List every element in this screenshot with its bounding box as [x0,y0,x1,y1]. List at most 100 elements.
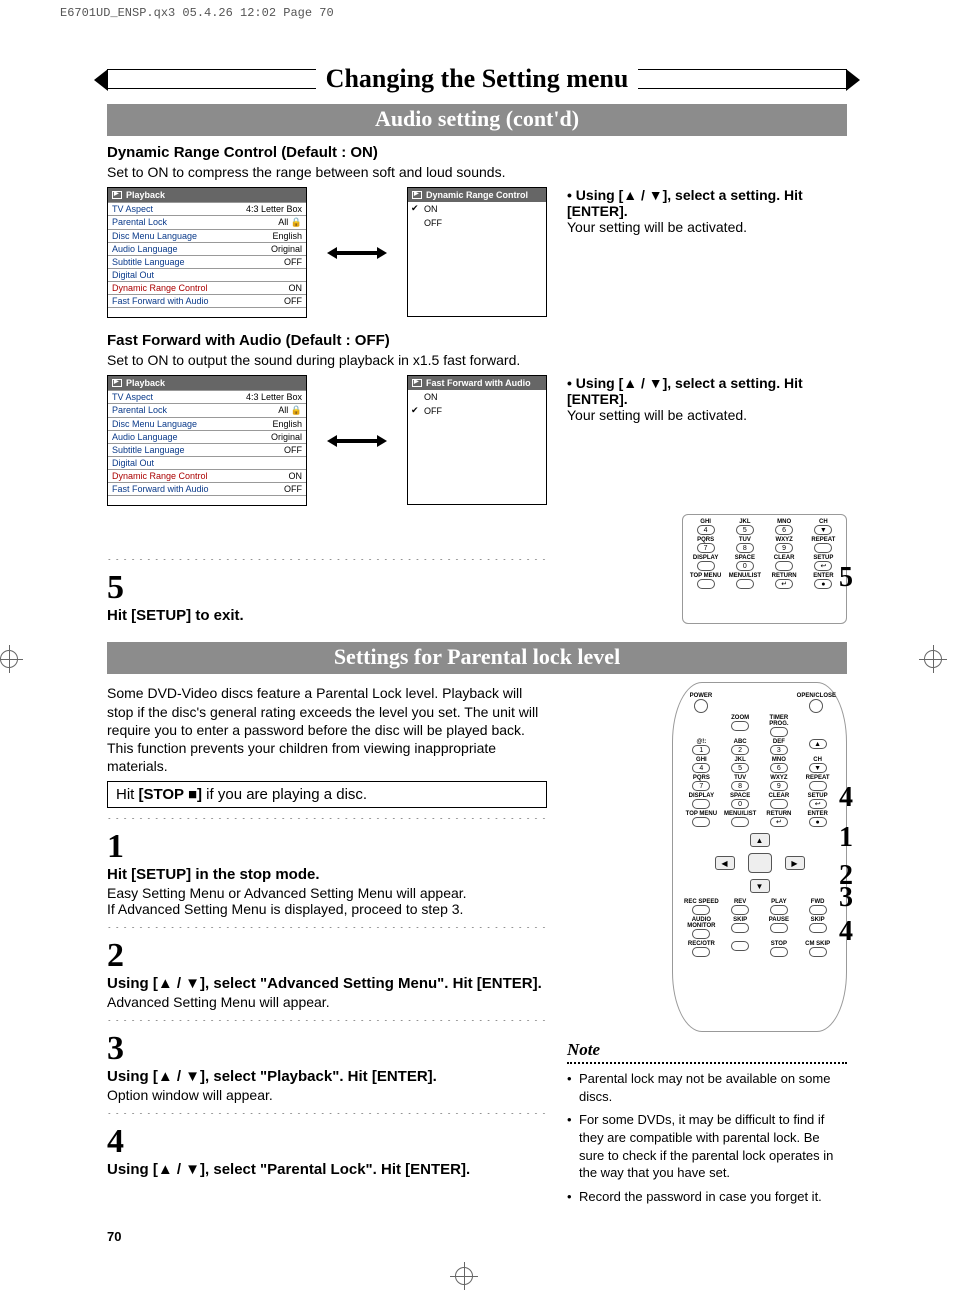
remote-key: DISPLAY [687,555,724,571]
divider-dots [107,1113,547,1125]
registration-mark-right [924,650,954,680]
remote-key: ENTER● [805,573,842,589]
step-head: Using [▲ / ▼], select "Parental Lock". H… [107,1161,547,1178]
page-title-bar: Changing the Setting menu [107,60,847,98]
remote-key: CH▼ [805,519,842,535]
note-item: Record the password in case you forget i… [567,1188,847,1206]
step-head: Hit [SETUP] in the stop mode. [107,866,547,883]
remote-key: STOP [761,941,798,957]
remote-diagram-large: POWEROPEN/CLOSEZOOMTIMER PROG.@!:1ABC2DE… [672,682,847,1032]
remote-dpad: ▲▼◀▶ [715,833,805,893]
stop-instr-bold: [STOP ■] [139,786,203,803]
playback-menu-title-2: Playback [126,378,165,388]
ffa-heading: Fast Forward with Audio (Default : OFF) [107,332,847,349]
remote-key [683,715,720,737]
remote-key: TOP MENU [683,811,720,827]
remote-key: SPACE0 [722,793,759,809]
registration-mark-left [0,650,30,680]
remote-callout: 4 [839,916,853,948]
remote-key: TUV8 [722,775,759,791]
remote-key [799,715,836,737]
divider-dots [107,818,547,830]
remote-key: AUDIO MONITOR [683,917,720,939]
remote-key: GHI4 [683,757,720,773]
note-heading: Note [567,1040,847,1064]
remote-key: ABC2 [722,739,759,755]
remote-key: GHI4 [687,519,724,535]
drc-note-1: Using [▲ / ▼], select a setting. Hit [EN… [567,187,847,219]
remote-key: CLEAR [766,555,803,571]
remote-key: DISPLAY [683,793,720,809]
remote-key [721,693,757,713]
step-body: Advanced Setting Menu will appear. [107,994,547,1010]
file-header: E6701UD_ENSP.qx3 05.4.26 12:02 Page 70 [0,0,954,20]
menu-row: Subtitle LanguageOFF [108,443,306,456]
ffa-side-note: Using [▲ / ▼], select a setting. Hit [EN… [567,375,847,423]
menu-row: Fast Forward with AudioOFF [108,482,306,495]
remote-key: CH▼ [799,757,836,773]
remote-key: JKL5 [726,519,763,535]
menu-row: Digital Out [108,268,306,281]
stop-instr-suffix: if you are playing a disc. [202,786,367,803]
tv-icon [412,191,422,199]
menu-row: Parental LockAll 🔒 [108,215,306,229]
remote-key: MNO6 [766,519,803,535]
step-number: 1 [107,830,547,864]
parental-intro: Some DVD-Video discs feature a Parental … [107,684,547,775]
remote-key: RETURN↵ [766,573,803,589]
remote-key: MNO6 [761,757,798,773]
title-arrow-right-icon [827,69,847,89]
menu-option: OFF [408,216,546,230]
remote-key [722,941,759,957]
menu-row: Parental LockAll 🔒 [108,403,306,417]
remote-key: JKL5 [722,757,759,773]
registration-mark-bottom [455,1267,473,1285]
menu-option: ON [408,390,546,404]
remote-key: SKIP [722,917,759,939]
ffa-option-title: Fast Forward with Audio [426,378,531,388]
step-number: 2 [107,939,547,973]
menu-option: ON [408,202,546,216]
ffa-option-box: Fast Forward with Audio ONOFF [407,375,547,505]
remote-key: TIMER PROG. [761,715,798,737]
step-number: 3 [107,1032,547,1066]
divider-dots [107,559,547,571]
step-5-head: Hit [SETUP] to exit. [107,607,547,624]
remote-key: SKIP [799,917,836,939]
playback-menu-box-2: Playback TV Aspect4:3 Letter BoxParental… [107,375,307,506]
remote-key: MENU/LIST [722,811,759,827]
tv-icon [112,379,122,387]
remote-key: WXYZ9 [761,775,798,791]
divider-dots [107,927,547,939]
menu-row: Fast Forward with AudioOFF [108,294,306,307]
section-bar-audio: Audio setting (cont'd) [107,104,847,136]
step-number: 4 [107,1125,547,1159]
playback-menu-title: Playback [126,190,165,200]
remote-key: REV [722,899,759,915]
remote-key: SPACE0 [726,555,763,571]
remote-key: WXYZ9 [766,537,803,553]
page-title: Changing the Setting menu [316,64,639,94]
remote-key: OPEN/CLOSE [797,693,836,713]
remote-key [759,693,795,713]
ffa-desc: Set to ON to output the sound during pla… [107,351,847,369]
note-item: For some DVDs, it may be difficult to fi… [567,1111,847,1181]
playback-menu-box-1: Playback TV Aspect4:3 Letter BoxParental… [107,187,307,318]
remote-key: FWD [799,899,836,915]
tv-icon [112,191,122,199]
section-bar-parental: Settings for Parental lock level [107,642,847,674]
remote-key: CLEAR [761,793,798,809]
remote-key: POWER [683,693,719,713]
remote-key: PAUSE [761,917,798,939]
remote-callout-5: 5 [839,562,853,594]
remote-key: DEF3 [761,739,798,755]
ffa-note-1: Using [▲ / ▼], select a setting. Hit [EN… [567,375,847,407]
menu-row: Disc Menu LanguageEnglish [108,417,306,430]
remote-key: REC SPEED [683,899,720,915]
menu-row: Disc Menu LanguageEnglish [108,229,306,242]
step-body: Option window will appear. [107,1087,547,1103]
step-body: Easy Setting Menu or Advanced Setting Me… [107,885,547,917]
remote-key: ZOOM [722,715,759,737]
stop-instr-prefix: Hit [116,786,139,803]
remote-key: TOP MENU [687,573,724,589]
